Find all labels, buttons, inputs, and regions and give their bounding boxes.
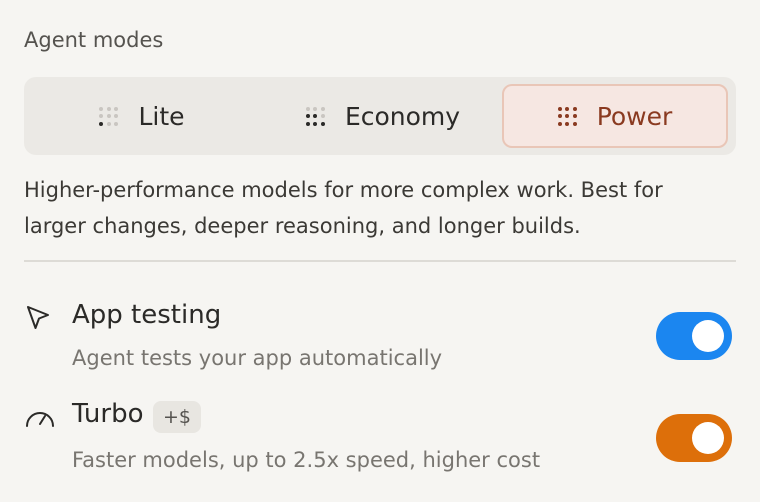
mode-power-button[interactable]: Power	[502, 84, 728, 148]
app-testing-subtitle: Agent tests your app automatically	[72, 346, 443, 370]
cursor-arrow-icon	[27, 306, 49, 329]
agent-mode-selector: Lite Economy Power	[24, 77, 736, 155]
mode-description: Higher-performance models for more compl…	[24, 178, 663, 238]
mode-economy-label: Economy	[344, 101, 461, 131]
toggle-knob	[692, 422, 724, 454]
app-testing-title: App testing	[72, 300, 222, 330]
mode-lite-button[interactable]: Lite	[32, 84, 252, 148]
speedometer-icon	[26, 412, 54, 427]
dots-level-1-icon	[99, 106, 119, 126]
mode-economy-button[interactable]: Economy	[270, 84, 496, 148]
turbo-title: Turbo	[72, 399, 144, 429]
dots-level-3-icon	[557, 106, 577, 126]
turbo-toggle[interactable]	[656, 414, 732, 462]
toggle-knob	[692, 320, 724, 352]
agent-modes-heading: Agent modes	[24, 28, 164, 52]
mode-lite-label: Lite	[138, 101, 185, 131]
turbo-subtitle: Faster models, up to 2.5x speed, higher …	[72, 448, 541, 472]
mode-power-label: Power	[596, 101, 673, 131]
app-testing-toggle[interactable]	[656, 312, 732, 360]
turbo-cost-badge: +$	[153, 401, 202, 433]
divider	[24, 260, 736, 262]
dots-level-2-icon	[305, 106, 325, 126]
